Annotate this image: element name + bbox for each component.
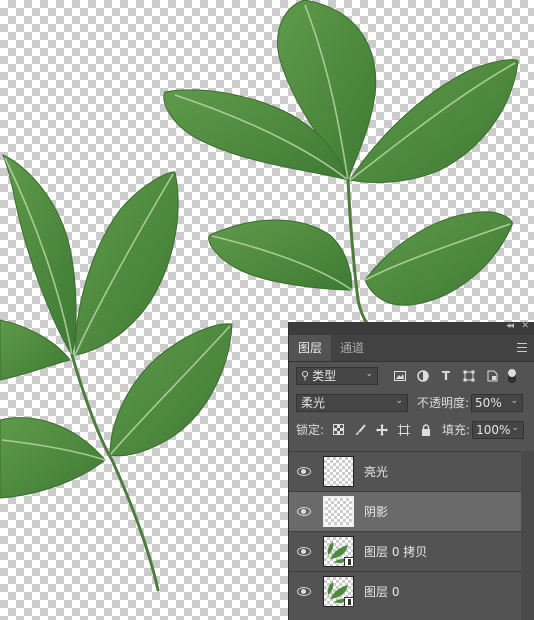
close-icon[interactable]: ✕: [521, 321, 529, 331]
fill-label: 填充:: [442, 423, 471, 437]
panel-title-bar: ◂◂ ✕: [289, 321, 534, 335]
filter-row: ⚲ 类型 ⌄ T: [289, 362, 534, 389]
lock-position-icon[interactable]: [374, 422, 390, 438]
opacity-label: 不透明度:: [417, 396, 470, 410]
adjustment-filter-icon[interactable]: [415, 368, 431, 384]
panel-menu-icon[interactable]: [517, 343, 527, 352]
layers-scrollbar[interactable]: [521, 451, 534, 620]
smart-object-badge-icon: [344, 597, 354, 607]
shape-filter-icon[interactable]: [461, 368, 477, 384]
collapse-double-arrow-icon[interactable]: ◂◂: [506, 321, 514, 331]
layer-thumbnail[interactable]: [323, 456, 354, 487]
layers-panel: ◂◂ ✕ 图层 通道 ⚲ 类型 ⌄ T 柔光 ⌄ 不透明度: 50% ⌄ 锁定:…: [288, 321, 534, 620]
blend-mode-select[interactable]: 柔光 ⌄: [296, 393, 408, 412]
search-icon: ⚲: [301, 369, 310, 382]
image-filter-icon[interactable]: [392, 368, 408, 384]
panel-tabs: 图层 通道: [289, 335, 534, 362]
smart-object-filter-icon[interactable]: [484, 368, 500, 384]
lock-label: 锁定:: [296, 423, 325, 437]
chevron-down-icon: ⌄: [511, 422, 520, 433]
layer-name[interactable]: 图层 0 拷贝: [364, 543, 427, 560]
tab-channels[interactable]: 通道: [331, 335, 373, 361]
visibility-eye-icon[interactable]: [297, 467, 311, 476]
filter-icons: T: [392, 368, 500, 384]
layer-thumbnail[interactable]: [323, 496, 354, 527]
lock-icons: [330, 422, 434, 438]
layer-row-layer0[interactable]: 图层 0: [289, 571, 534, 611]
layer-name[interactable]: 阴影: [364, 503, 388, 520]
layer-row-layer0-copy[interactable]: 图层 0 拷贝: [289, 531, 534, 571]
opacity-value: 50%: [475, 395, 502, 410]
layers-list: 亮光 阴影 图层 0 拷贝 图层 0: [289, 451, 534, 611]
lock-row: 锁定: 填充: 100% ⌄: [289, 416, 534, 443]
filter-kind-select[interactable]: ⚲ 类型 ⌄: [296, 366, 378, 385]
blend-row: 柔光 ⌄ 不透明度: 50% ⌄: [289, 389, 534, 416]
chevron-down-icon: ⌄: [395, 395, 403, 406]
chevron-down-icon: ⌄: [365, 368, 373, 379]
layer-row-shadow[interactable]: 阴影: [289, 491, 534, 531]
smart-object-badge-icon: [344, 557, 354, 567]
layer-thumbnail[interactable]: [323, 576, 354, 607]
fill-value: 100%: [476, 422, 511, 437]
lock-all-icon[interactable]: [418, 422, 434, 438]
lock-image-pixels-icon[interactable]: [352, 422, 368, 438]
tab-layers[interactable]: 图层: [289, 335, 332, 361]
fill-field[interactable]: 100% ⌄: [472, 420, 525, 439]
visibility-eye-icon[interactable]: [297, 507, 311, 516]
visibility-eye-icon[interactable]: [297, 587, 311, 596]
type-filter-icon[interactable]: T: [438, 368, 454, 384]
filter-toggle[interactable]: [508, 368, 516, 383]
blend-mode-value: 柔光: [301, 396, 326, 410]
lock-transparent-pixels-icon[interactable]: [330, 422, 346, 438]
layer-name[interactable]: 图层 0: [364, 583, 399, 600]
chevron-down-icon: ⌄: [510, 395, 519, 406]
visibility-eye-icon[interactable]: [297, 547, 311, 556]
layer-row-highlight[interactable]: 亮光: [289, 451, 534, 491]
lock-artboard-icon[interactable]: [396, 422, 412, 438]
layer-name[interactable]: 亮光: [364, 463, 388, 480]
opacity-field[interactable]: 50% ⌄: [471, 393, 524, 412]
filter-kind-label: 类型: [312, 369, 337, 383]
layer-thumbnail[interactable]: [323, 536, 354, 567]
